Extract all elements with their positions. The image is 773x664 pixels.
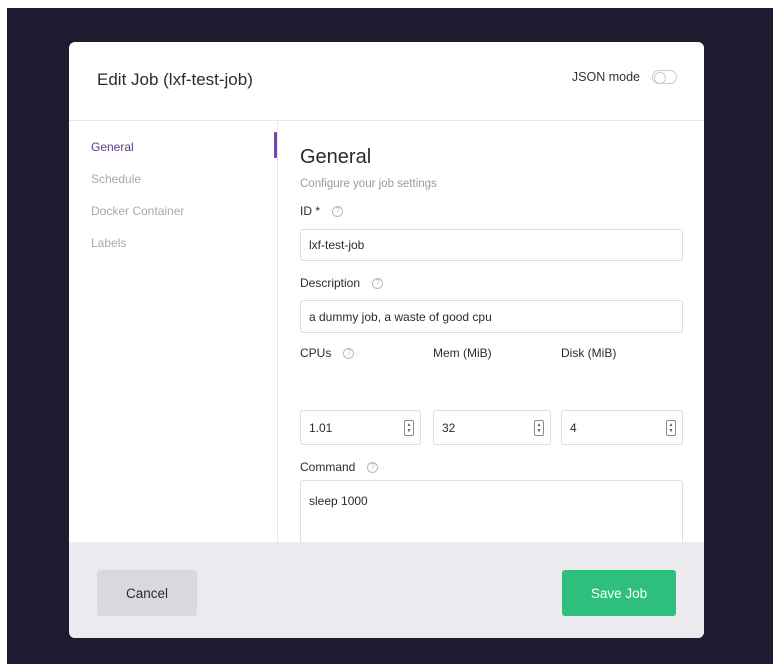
section-subtitle: Configure your job settings xyxy=(300,178,437,190)
sidebar-item-schedule[interactable]: Schedule xyxy=(91,172,141,186)
id-label: ID * ? xyxy=(300,204,344,218)
description-label-text: Description xyxy=(300,276,361,290)
sidebar-item-general[interactable]: General xyxy=(91,140,134,154)
stepper-icon[interactable]: ▲ ▼ xyxy=(534,420,544,436)
mem-value: 32 xyxy=(442,420,456,435)
cancel-button[interactable]: Cancel xyxy=(97,570,197,616)
disk-value: 4 xyxy=(570,420,577,435)
help-icon[interactable]: ? xyxy=(343,347,355,359)
modal-header: Edit Job (lxf-test-job) JSON mode xyxy=(69,42,704,121)
section-title: General xyxy=(300,146,372,168)
id-label-text: ID * xyxy=(300,204,321,218)
id-input[interactable]: lxf-test-job xyxy=(300,229,683,261)
cpus-value: 1.01 xyxy=(309,420,333,435)
sidebar-nav: General Schedule Docker Container Labels xyxy=(69,122,278,542)
stepper-icon[interactable]: ▲ ▼ xyxy=(666,420,676,436)
command-label: Command ? xyxy=(300,460,379,474)
general-form: General Configure your job settings ID *… xyxy=(279,122,704,570)
help-icon[interactable]: ? xyxy=(367,461,379,473)
sidebar-item-labels[interactable]: Labels xyxy=(91,236,126,250)
sidebar-item-docker-container[interactable]: Docker Container xyxy=(91,204,184,218)
json-mode-toggle[interactable] xyxy=(652,70,677,84)
help-icon[interactable]: ? xyxy=(372,277,384,289)
disk-input[interactable]: 4 ▲ ▼ xyxy=(561,410,683,445)
command-label-text: Command xyxy=(300,460,356,474)
description-label: Description ? xyxy=(300,276,384,290)
modal-title: Edit Job (lxf-test-job) xyxy=(97,70,253,89)
cpus-label-text: CPUs xyxy=(300,346,332,360)
mem-input[interactable]: 32 ▲ ▼ xyxy=(433,410,551,445)
active-indicator xyxy=(274,132,277,158)
mem-label-text: Mem (MiB) xyxy=(433,346,492,360)
edit-job-modal: Edit Job (lxf-test-job) JSON mode Genera… xyxy=(69,42,704,638)
help-icon[interactable]: ? xyxy=(332,205,344,217)
stepper-icon[interactable]: ▲ ▼ xyxy=(404,420,414,436)
json-mode-control: JSON mode xyxy=(572,70,677,84)
modal-footer: Cancel Save Job xyxy=(69,542,704,638)
cpus-input[interactable]: 1.01 ▲ ▼ xyxy=(300,410,421,445)
description-input[interactable]: a dummy job, a waste of good cpu xyxy=(300,300,683,333)
mem-label: Mem (MiB) xyxy=(433,346,492,360)
disk-label-text: Disk (MiB) xyxy=(561,346,617,360)
json-mode-label: JSON mode xyxy=(571,70,640,84)
cpus-label: CPUs ? xyxy=(300,346,355,360)
disk-label: Disk (MiB) xyxy=(561,346,616,360)
save-job-button[interactable]: Save Job xyxy=(562,570,676,616)
